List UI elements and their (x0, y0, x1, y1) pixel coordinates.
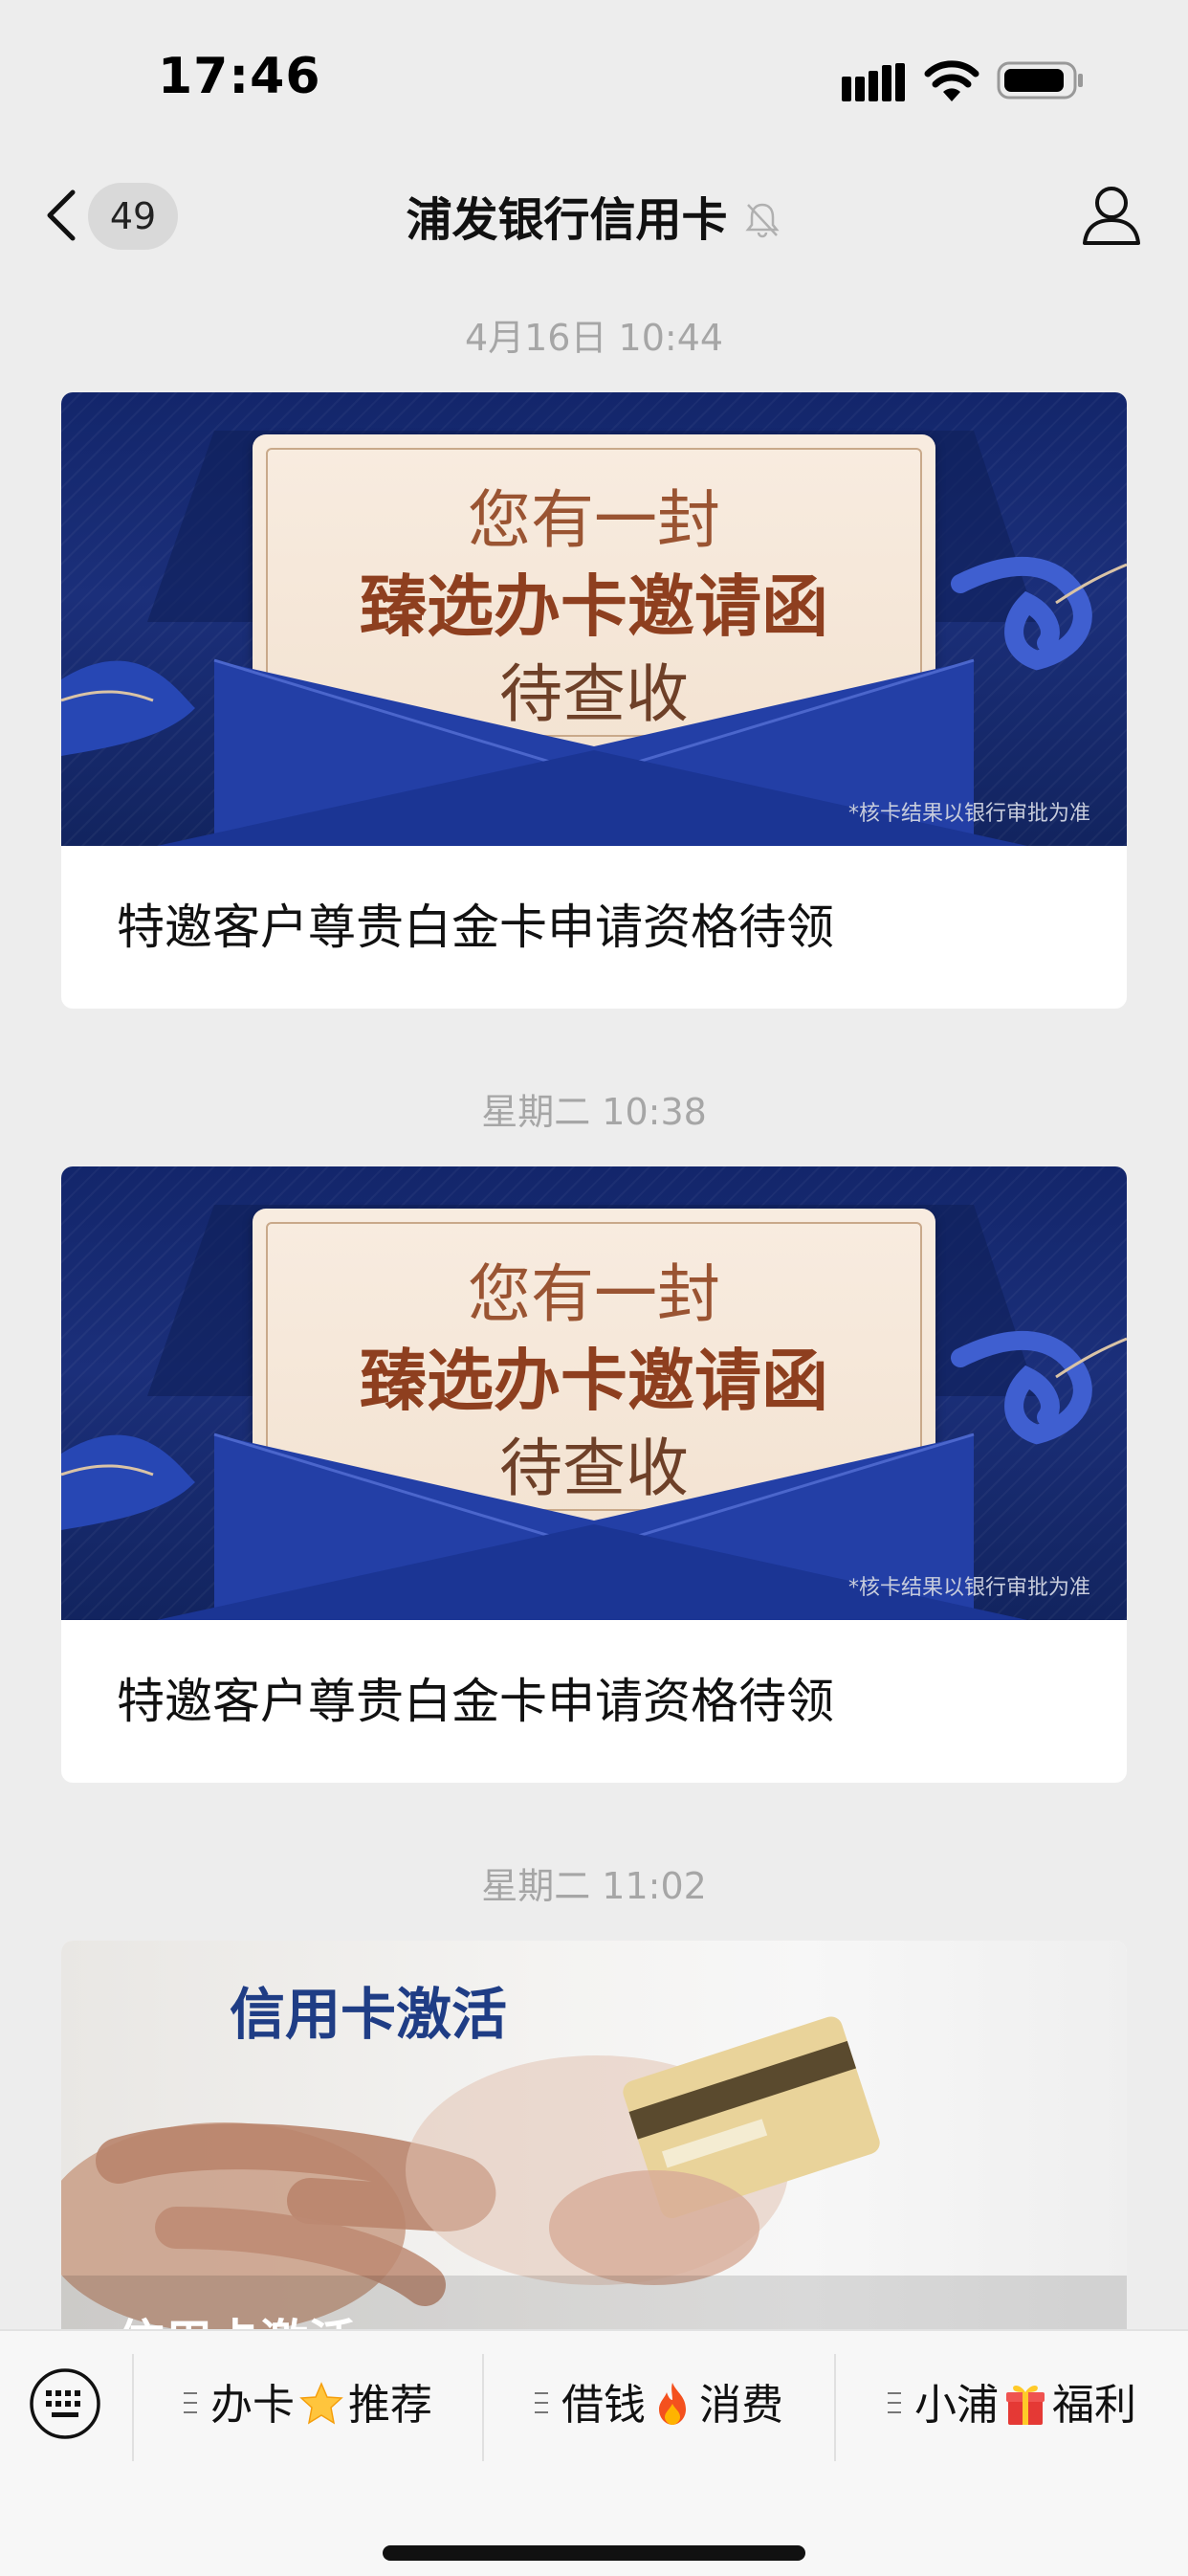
fire-icon (659, 2383, 686, 2425)
card-caption: 特邀客户尊贵白金卡申请资格待领 (117, 899, 834, 955)
card-caption: 特邀客户尊贵白金卡申请资格待领 (117, 1674, 834, 1729)
message-timestamp: 星期二 10:38 (481, 1091, 707, 1133)
article-card[interactable]: 信用卡激活 信用卡激活 (61, 1941, 1127, 2381)
menu-item-apply-card[interactable]: 办卡 推荐 (134, 2360, 482, 2452)
menu-item-label: 借钱 (561, 2381, 646, 2430)
invite-line-3: 待查收 (499, 657, 689, 731)
wifi-icon (924, 60, 979, 101)
invite-disclaimer: *核卡结果以银行审批为准 (847, 802, 1090, 826)
menu-item-benefits[interactable]: 小浦 福利 (836, 2360, 1188, 2452)
article-card[interactable]: 您有一封 臻选办卡邀请函 待查收 *核卡结果以银行审批为准 特邀客户尊贵白金卡申… (61, 392, 1127, 1009)
invite-line-3: 待查收 (499, 1432, 689, 1505)
invite-banner-image: 您有一封 臻选办卡邀请函 待查收 *核卡结果以银行审批为准 (61, 1166, 1127, 1620)
chat-screen: 17:46 49 浦发银行信用卡 4月16日 10:44 您有一封 臻选办卡邀请… (0, 0, 1188, 2576)
star-icon (299, 2382, 343, 2425)
activation-banner-image: 信用卡激活 信用卡激活 (61, 1941, 1127, 2381)
menu-item-label: 推荐 (348, 2381, 432, 2430)
menu-item-borrow[interactable]: 借钱 消费 (484, 2360, 834, 2452)
status-bar: 17:46 (0, 0, 1188, 144)
gift-icon (1006, 2386, 1045, 2425)
menu-item-label: 福利 (1052, 2381, 1136, 2430)
bottom-menu: 办卡 推荐 借钱 消费 小浦 福利 (0, 2329, 1188, 2576)
menu-item-label: 小浦 (914, 2381, 999, 2430)
bell-muted-icon (744, 203, 780, 238)
status-time: 17:46 (158, 48, 321, 105)
article-card[interactable]: 您有一封 臻选办卡邀请函 待查收 *核卡结果以银行审批为准 特邀客户尊贵白金卡申… (61, 1166, 1127, 1783)
menu-lines-icon (888, 2392, 901, 2413)
menu-lines-icon (184, 2392, 197, 2413)
menu-lines-icon (535, 2392, 548, 2413)
menu-item-label: 消费 (699, 2381, 783, 2430)
invite-line-1: 您有一封 (468, 1257, 720, 1331)
invite-line-1: 您有一封 (468, 483, 720, 557)
menu-item-label: 办卡 (210, 2381, 295, 2430)
home-indicator (383, 2545, 805, 2561)
message-timestamp: 4月16日 10:44 (464, 317, 724, 359)
battery-icon (997, 61, 1083, 100)
message-timestamp: 星期二 11:02 (481, 1865, 707, 1907)
invite-line-2: 臻选办卡邀请函 (360, 1341, 828, 1420)
nav-title-wrap: 浦发银行信用卡 (0, 182, 1188, 249)
nav-bar: 49 浦发银行信用卡 (0, 153, 1188, 268)
profile-icon[interactable] (1073, 176, 1150, 253)
activation-banner-title: 信用卡激活 (230, 1982, 508, 2047)
invite-line-2: 臻选办卡邀请函 (360, 566, 828, 646)
page-title: 浦发银行信用卡 (406, 193, 728, 247)
invite-banner-image: 您有一封 臻选办卡邀请函 待查收 *核卡结果以银行审批为准 (61, 392, 1127, 846)
keyboard-icon[interactable] (29, 2367, 101, 2440)
invite-disclaimer: *核卡结果以银行审批为准 (847, 1576, 1090, 1600)
signal-icon (842, 63, 905, 101)
